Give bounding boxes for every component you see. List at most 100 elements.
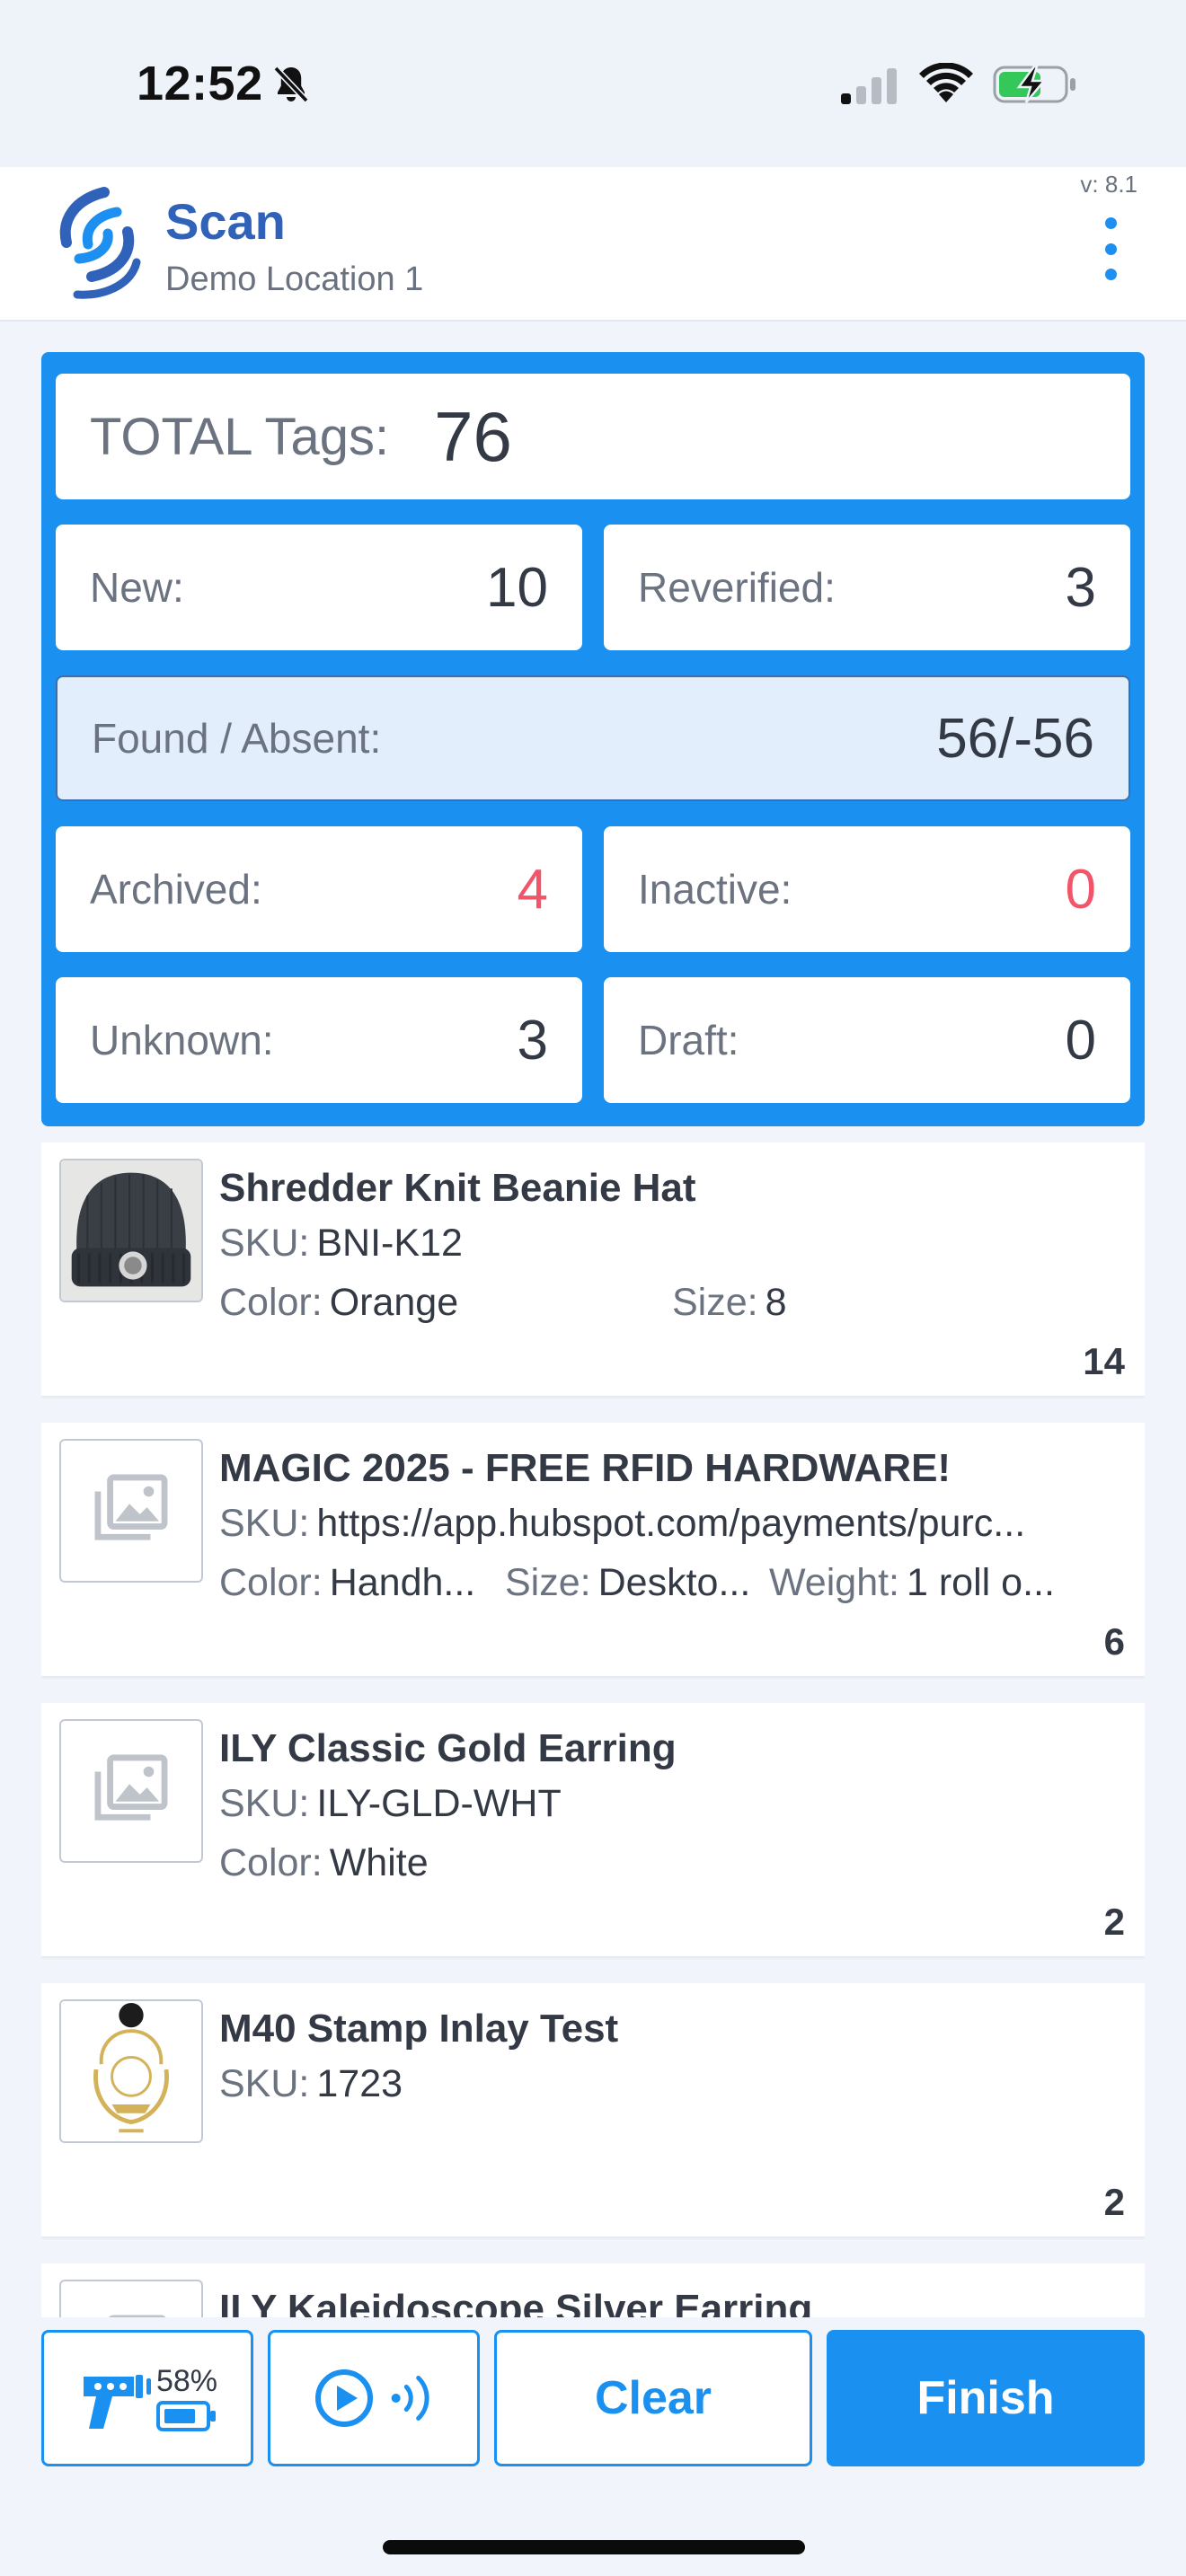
app-header: Scan Demo Location 1 v: 8.1 — [0, 167, 1186, 322]
rfid-reader-gun-icon — [84, 2375, 151, 2429]
item-count: 2 — [1103, 1901, 1125, 1943]
color-label: Color: — [219, 1561, 323, 1604]
bell-off-icon — [273, 66, 309, 103]
reader-battery-percent: 58% — [155, 2363, 218, 2398]
list-item[interactable]: MAGIC 2025 - FREE RFID HARDWARE! SKU: htt… — [41, 1423, 1145, 1676]
weight-label: Weight: — [769, 1561, 899, 1604]
item-weight: Weight: 1 roll o... — [769, 1561, 1055, 1605]
beanie-image — [61, 1160, 201, 1301]
image-placeholder-icon — [94, 1474, 168, 1540]
reader-battery: 58% — [155, 2364, 218, 2433]
list-item[interactable]: ILY Classic Gold Earring SKU: ILY-GLD-WHT… — [41, 1703, 1145, 1956]
finish-button[interactable]: Finish — [827, 2330, 1145, 2466]
color-value: Handh... — [329, 1561, 476, 1604]
stat-label: Archived: — [90, 866, 262, 913]
item-color: Color: White — [219, 1841, 429, 1885]
stat-value: 10 — [486, 556, 548, 619]
item-count: 6 — [1103, 1620, 1125, 1663]
wifi-icon — [919, 63, 973, 102]
version-label: v: 8.1 — [1080, 171, 1137, 198]
stat-unknown[interactable]: Unknown: 3 — [56, 977, 582, 1103]
stat-reverified[interactable]: Reverified: 3 — [604, 525, 1130, 650]
sku-label: SKU: — [219, 1782, 310, 1825]
stat-label: Draft: — [638, 1017, 739, 1063]
item-sku: SKU: 1723 — [219, 2062, 403, 2106]
more-menu-icon[interactable] — [1091, 217, 1130, 280]
item-name: ILY Kaleidoscope Silver Earring — [219, 2287, 813, 2317]
item-thumbnail — [59, 2280, 203, 2317]
stat-value: 4 — [517, 858, 548, 921]
color-value: Orange — [329, 1281, 459, 1324]
list-item[interactable]: Shredder Knit Beanie Hat SKU: BNI-K12 Col… — [41, 1142, 1145, 1396]
item-size: Size: Deskto... — [505, 1561, 750, 1605]
item-thumbnail — [59, 1439, 203, 1583]
size-value: 8 — [765, 1281, 787, 1324]
item-name: ILY Classic Gold Earring — [219, 1726, 677, 1770]
list-item[interactable]: M40 Stamp Inlay Test SKU: 1723 2 — [41, 1983, 1145, 2236]
clear-button-label: Clear — [594, 2372, 712, 2424]
item-name: Shredder Knit Beanie Hat — [219, 1166, 696, 1210]
item-name: MAGIC 2025 - FREE RFID HARDWARE! — [219, 1446, 951, 1490]
stat-value: 56/-56 — [936, 707, 1094, 770]
sku-label: SKU: — [219, 1222, 310, 1265]
battery-charging-icon — [993, 65, 1075, 103]
sku-value: 1723 — [316, 2062, 403, 2105]
color-label: Color: — [219, 1281, 323, 1324]
item-count: 14 — [1083, 1340, 1125, 1382]
item-thumbnail — [59, 1999, 203, 2143]
stat-value: 0 — [1065, 858, 1096, 921]
stat-value: 0 — [1065, 1009, 1096, 1072]
crest-image — [61, 2001, 201, 2141]
stat-label: Unknown: — [90, 1017, 274, 1063]
status-time: 12:52 — [137, 57, 263, 110]
signal-icon — [841, 68, 897, 104]
item-count: 2 — [1103, 2181, 1125, 2223]
size-label: Size: — [505, 1561, 591, 1604]
stat-archived[interactable]: Archived: 4 — [56, 826, 582, 952]
stat-value: 3 — [1065, 556, 1096, 619]
scanned-item-list[interactable]: Shredder Knit Beanie Hat SKU: BNI-K12 Col… — [41, 1142, 1145, 2317]
item-sku: SKU: BNI-K12 — [219, 1222, 463, 1266]
rfid-signal-icon — [391, 2376, 429, 2421]
weight-value: 1 roll o... — [907, 1561, 1055, 1604]
stat-value: 76 — [434, 396, 512, 476]
finish-button-label: Finish — [916, 2372, 1055, 2424]
color-value: White — [329, 1841, 429, 1884]
stat-new[interactable]: New: 10 — [56, 525, 582, 650]
stats-panel: TOTAL Tags: 76 New: 10 Reverified: 3 Fou… — [41, 352, 1145, 1126]
stat-total-tags: TOTAL Tags: 76 — [56, 374, 1130, 499]
stat-label: TOTAL Tags: — [90, 407, 390, 466]
stat-label: Inactive: — [638, 866, 792, 913]
sku-value: https://app.hubspot.com/payments/purc... — [316, 1502, 1026, 1545]
location-label: Demo Location 1 — [165, 260, 424, 298]
size-label: Size: — [672, 1281, 758, 1324]
start-scan-button[interactable] — [268, 2330, 480, 2466]
item-color: Color: Orange — [219, 1281, 458, 1325]
sku-value: ILY-GLD-WHT — [316, 1782, 562, 1825]
list-item[interactable]: ILY Kaleidoscope Silver Earring — [41, 2263, 1145, 2317]
sku-label: SKU: — [219, 2062, 310, 2105]
item-name: M40 Stamp Inlay Test — [219, 2007, 619, 2051]
item-color: Color: Handh... — [219, 1561, 475, 1605]
image-placeholder-icon — [94, 1754, 168, 1821]
sku-label: SKU: — [219, 1502, 310, 1545]
stat-draft[interactable]: Draft: 0 — [604, 977, 1130, 1103]
reader-battery-icon — [156, 2400, 216, 2431]
item-size: Size: 8 — [672, 1281, 787, 1325]
item-thumbnail — [59, 1719, 203, 1863]
stat-found-absent[interactable]: Found / Absent: 56/-56 — [56, 675, 1130, 801]
home-indicator[interactable] — [383, 2540, 805, 2554]
stat-label: Reverified: — [638, 564, 836, 611]
reader-status-button[interactable]: 58% — [41, 2330, 253, 2466]
status-bar: 12:52 — [0, 0, 1186, 167]
color-label: Color: — [219, 1841, 323, 1884]
bottom-action-bar: 58% Clear Finish — [0, 2317, 1186, 2576]
brand-logo-icon — [59, 187, 141, 299]
stat-label: Found / Absent: — [92, 715, 382, 762]
sku-value: BNI-K12 — [316, 1222, 463, 1265]
clear-button[interactable]: Clear — [494, 2330, 812, 2466]
stat-value: 3 — [517, 1009, 548, 1072]
item-sku: SKU: https://app.hubspot.com/payments/pur… — [219, 1502, 1025, 1546]
stat-inactive[interactable]: Inactive: 0 — [604, 826, 1130, 952]
stat-label: New: — [90, 564, 184, 611]
